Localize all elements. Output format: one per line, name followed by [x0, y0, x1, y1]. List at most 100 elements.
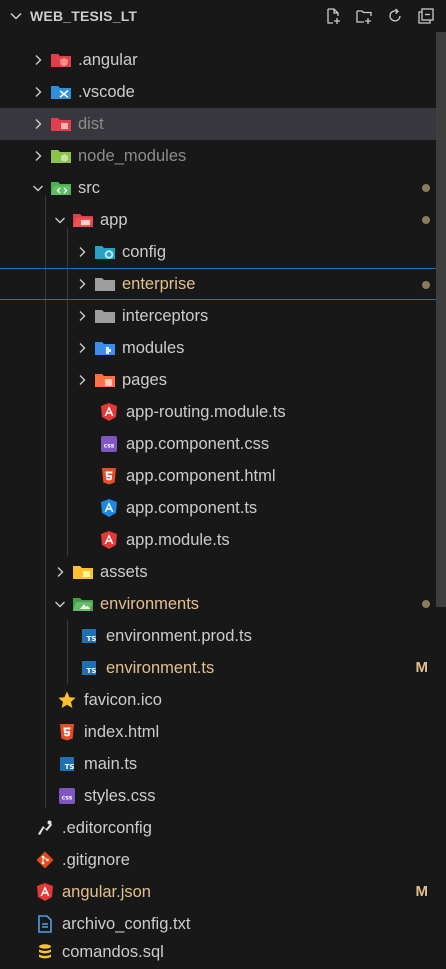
tree-item-main-ts[interactable]: TS main.ts [0, 748, 436, 780]
tree-item-styles-css[interactable]: css styles.css [0, 780, 436, 812]
chevron-right-icon[interactable] [30, 84, 46, 100]
tree-item-label: styles.css [84, 786, 156, 805]
chevron-down-icon[interactable] [52, 212, 68, 228]
css-icon: css [56, 786, 78, 806]
svg-text:css: css [104, 443, 115, 450]
file-explorer: WEB_TESIS_LT .angular .vscode dist node_… [0, 0, 446, 969]
database-icon [34, 942, 56, 962]
tree-item-label: app.component.ts [126, 498, 258, 517]
html-icon [98, 466, 120, 486]
tree-item-label: pages [122, 370, 167, 389]
chevron-right-icon[interactable] [74, 244, 90, 260]
folder-src-icon [50, 178, 72, 198]
tree-item-config[interactable]: config [0, 236, 436, 268]
folder-pages-icon [94, 370, 116, 390]
tree-item-label: enterprise [122, 274, 196, 293]
folder-dist-icon [50, 114, 72, 134]
chevron-right-icon[interactable] [74, 372, 90, 388]
modified-dot [422, 216, 430, 224]
tree-item-label: environment.ts [106, 658, 215, 677]
tree-item-pages[interactable]: pages [0, 364, 436, 396]
modified-dot [422, 281, 430, 289]
tree-item-enterprise[interactable]: enterprise [0, 268, 436, 300]
chevron-down-icon[interactable] [6, 6, 26, 26]
new-file-icon[interactable] [323, 6, 343, 26]
tree-item-node-modules[interactable]: node_modules [0, 140, 436, 172]
tree-item-label: modules [122, 338, 185, 357]
tree-item-vscode[interactable]: .vscode [0, 76, 436, 108]
typescript-icon: TS [78, 626, 100, 646]
svg-text:TS: TS [87, 667, 97, 675]
scrollbar[interactable] [436, 32, 446, 607]
svg-text:css: css [62, 795, 73, 802]
collapse-all-icon[interactable] [416, 6, 436, 26]
chevron-down-icon[interactable] [30, 180, 46, 196]
angular-component-icon [98, 498, 120, 518]
tree-item-src[interactable]: src [0, 172, 436, 204]
explorer-header[interactable]: WEB_TESIS_LT [0, 0, 446, 32]
tree-item-app[interactable]: app [0, 204, 436, 236]
tree-item-label: dist [78, 114, 104, 133]
tree-item-environments[interactable]: environments [0, 588, 436, 620]
chevron-down-icon[interactable] [52, 596, 68, 612]
tree-item-label: environments [100, 594, 200, 613]
css-icon: css [98, 434, 120, 454]
chevron-right-icon[interactable] [74, 276, 90, 292]
svg-text:TS: TS [65, 763, 75, 771]
folder-vscode-icon [50, 82, 72, 102]
tree-item-label: assets [100, 562, 148, 581]
folder-angular-icon [50, 50, 72, 70]
chevron-right-icon[interactable] [74, 308, 90, 324]
tree-item-comandos-sql[interactable]: comandos.sql [0, 936, 436, 968]
star-icon [56, 690, 78, 710]
tree-item-app-routing-module[interactable]: app-routing.module.ts [0, 396, 436, 428]
tree-item-label: environment.prod.ts [106, 626, 252, 645]
chevron-right-icon[interactable] [30, 148, 46, 164]
tree-item-label: archivo_config.txt [62, 914, 191, 933]
tree-item-label: comandos.sql [62, 942, 164, 961]
chevron-right-icon[interactable] [52, 564, 68, 580]
folder-assets-icon [72, 562, 94, 582]
git-icon [34, 850, 56, 870]
tree-item-app-component-css[interactable]: css app.component.css [0, 428, 436, 460]
tree-item-label: .angular [78, 50, 138, 69]
tree-item-dist[interactable]: dist [0, 108, 436, 140]
tree-item-label: main.ts [84, 754, 138, 773]
tree-item-interceptors[interactable]: interceptors [0, 300, 436, 332]
tree-item-angular-json[interactable]: angular.json M [0, 876, 436, 908]
folder-icon [94, 274, 116, 294]
tree-item-label: .gitignore [62, 850, 130, 869]
tree-item-editorconfig[interactable]: .editorconfig [0, 812, 436, 844]
tree-item-label: index.html [84, 722, 160, 741]
tree-item-label: favicon.ico [84, 690, 162, 709]
tree-item-label: app-routing.module.ts [126, 402, 286, 421]
tree-item-index-html[interactable]: index.html [0, 716, 436, 748]
tree-item-app-component-ts[interactable]: app.component.ts [0, 492, 436, 524]
tree-item-label: .editorconfig [62, 818, 152, 837]
refresh-icon[interactable] [385, 6, 405, 26]
tree-item-modules[interactable]: modules [0, 332, 436, 364]
tree-item-environment[interactable]: TS environment.ts M [0, 652, 436, 684]
tree-item-label: config [122, 242, 167, 261]
typescript-icon: TS [78, 658, 100, 678]
editorconfig-icon [34, 818, 56, 838]
tree-item-label: src [78, 178, 100, 197]
folder-modules-icon [94, 338, 116, 358]
tree-item-environment-prod[interactable]: TS environment.prod.ts [0, 620, 436, 652]
tree-item-gitignore[interactable]: .gitignore [0, 844, 436, 876]
chevron-right-icon[interactable] [74, 340, 90, 356]
tree-item-assets[interactable]: assets [0, 556, 436, 588]
tree-item-app-component-html[interactable]: app.component.html [0, 460, 436, 492]
tree-item-app-module[interactable]: app.module.ts [0, 524, 436, 556]
new-folder-icon[interactable] [354, 6, 374, 26]
folder-config-icon [94, 242, 116, 262]
tree-item-label: app.component.html [126, 466, 276, 485]
folder-environment-icon [72, 594, 94, 614]
folder-app-icon [72, 210, 94, 230]
tree-item-label: app [100, 210, 128, 229]
tree-item-angular[interactable]: .angular [0, 44, 436, 76]
tree-item-favicon[interactable]: favicon.ico [0, 684, 436, 716]
modified-badge: M [415, 883, 429, 900]
chevron-right-icon[interactable] [30, 116, 46, 132]
chevron-right-icon[interactable] [30, 52, 46, 68]
